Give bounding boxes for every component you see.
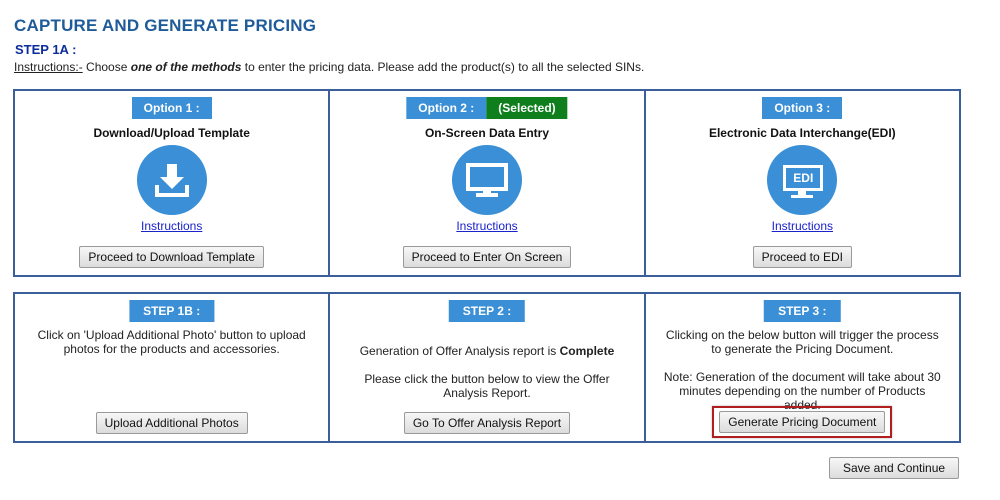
instructions-emphasis: one of the methods: [130, 60, 242, 74]
option-3-badge: Option 3 :: [762, 97, 843, 119]
instructions-text2: to enter the pricing data. Please add th…: [241, 60, 645, 74]
option-3-badge-label: Option 3 :: [762, 97, 843, 119]
option-3-cell: Option 3 : Electronic Data Interchange(E…: [643, 91, 959, 275]
instructions-text: Instructions:- Choose one of the methods…: [14, 60, 644, 74]
option-1-badge: Option 1 :: [131, 97, 212, 119]
step-2-badge-label: STEP 2 :: [448, 300, 526, 322]
step-1b-text: Click on 'Upload Additional Photo' butto…: [37, 328, 306, 356]
proceed-edi-button[interactable]: Proceed to EDI: [752, 246, 852, 268]
step-1b-cell: STEP 1B : Click on 'Upload Additional Ph…: [15, 294, 328, 441]
option-3-instructions-link[interactable]: Instructions: [772, 219, 833, 233]
options-panel: Option 1 : Download/Upload Template Inst…: [13, 89, 961, 277]
step-2-status-prefix: Generation of Offer Analysis report is: [359, 344, 560, 358]
option-1-cell: Option 1 : Download/Upload Template Inst…: [15, 91, 328, 275]
steps-panel: STEP 1B : Click on 'Upload Additional Ph…: [13, 292, 961, 443]
step-2-status-complete: Complete: [559, 344, 615, 358]
edi-icon-text: EDI: [783, 165, 824, 191]
instructions-prefix: Instructions:-: [14, 60, 83, 74]
option-2-badge-label: Option 2 :: [406, 97, 487, 119]
edi-monitor: EDI: [780, 160, 824, 200]
save-and-continue-button[interactable]: Save and Continue: [829, 457, 960, 479]
step-2-badge: STEP 2 :: [448, 300, 526, 322]
option-1-badge-label: Option 1 :: [131, 97, 212, 119]
step-2-status-text: Generation of Offer Analysis report is C…: [344, 344, 629, 358]
download-icon: [136, 145, 207, 215]
page-title: CAPTURE AND GENERATE PRICING: [14, 16, 317, 35]
step-3-badge: STEP 3 :: [764, 300, 841, 322]
option-3-title: Electronic Data Interchange(EDI): [708, 126, 896, 140]
generate-pricing-highlight: Generate Pricing Document: [712, 406, 893, 438]
step-3-text: Clicking on the below button will trigge…: [665, 328, 939, 356]
option-2-badge: Option 2 : (Selected): [406, 97, 568, 119]
edi-base: [791, 195, 814, 198]
proceed-enter-on-screen-button[interactable]: Proceed to Enter On Screen: [402, 246, 572, 268]
step-1b-badge: STEP 1B :: [129, 300, 215, 322]
step-3-badge-label: STEP 3 :: [764, 300, 841, 322]
option-2-cell: Option 2 : (Selected) On-Screen Data Ent…: [328, 91, 643, 275]
option-2-title: On-Screen Data Entry: [424, 126, 550, 140]
step-1b-badge-label: STEP 1B :: [129, 300, 215, 322]
proceed-download-template-button[interactable]: Proceed to Download Template: [79, 246, 264, 268]
upload-additional-photos-button[interactable]: Upload Additional Photos: [95, 412, 248, 434]
step-1a-label: STEP 1A :: [15, 42, 77, 57]
edi-icon: EDI: [767, 145, 838, 215]
generate-pricing-document-button[interactable]: Generate Pricing Document: [719, 411, 886, 433]
option-2-instructions-link[interactable]: Instructions: [456, 219, 517, 233]
go-to-offer-analysis-report-button[interactable]: Go To Offer Analysis Report: [403, 412, 571, 434]
step-2-instruction-text: Please click the button below to view th…: [364, 372, 610, 400]
step-3-cell: STEP 3 : Clicking on the below button wi…: [643, 294, 959, 441]
step-2-cell: STEP 2 : Generation of Offer Analysis re…: [328, 294, 643, 441]
option-1-title: Download/Upload Template: [93, 126, 250, 140]
selected-badge: (Selected): [486, 97, 568, 119]
option-1-instructions-link[interactable]: Instructions: [141, 219, 202, 233]
monitor-icon: [451, 145, 522, 215]
instructions-text1: Choose: [82, 60, 131, 74]
